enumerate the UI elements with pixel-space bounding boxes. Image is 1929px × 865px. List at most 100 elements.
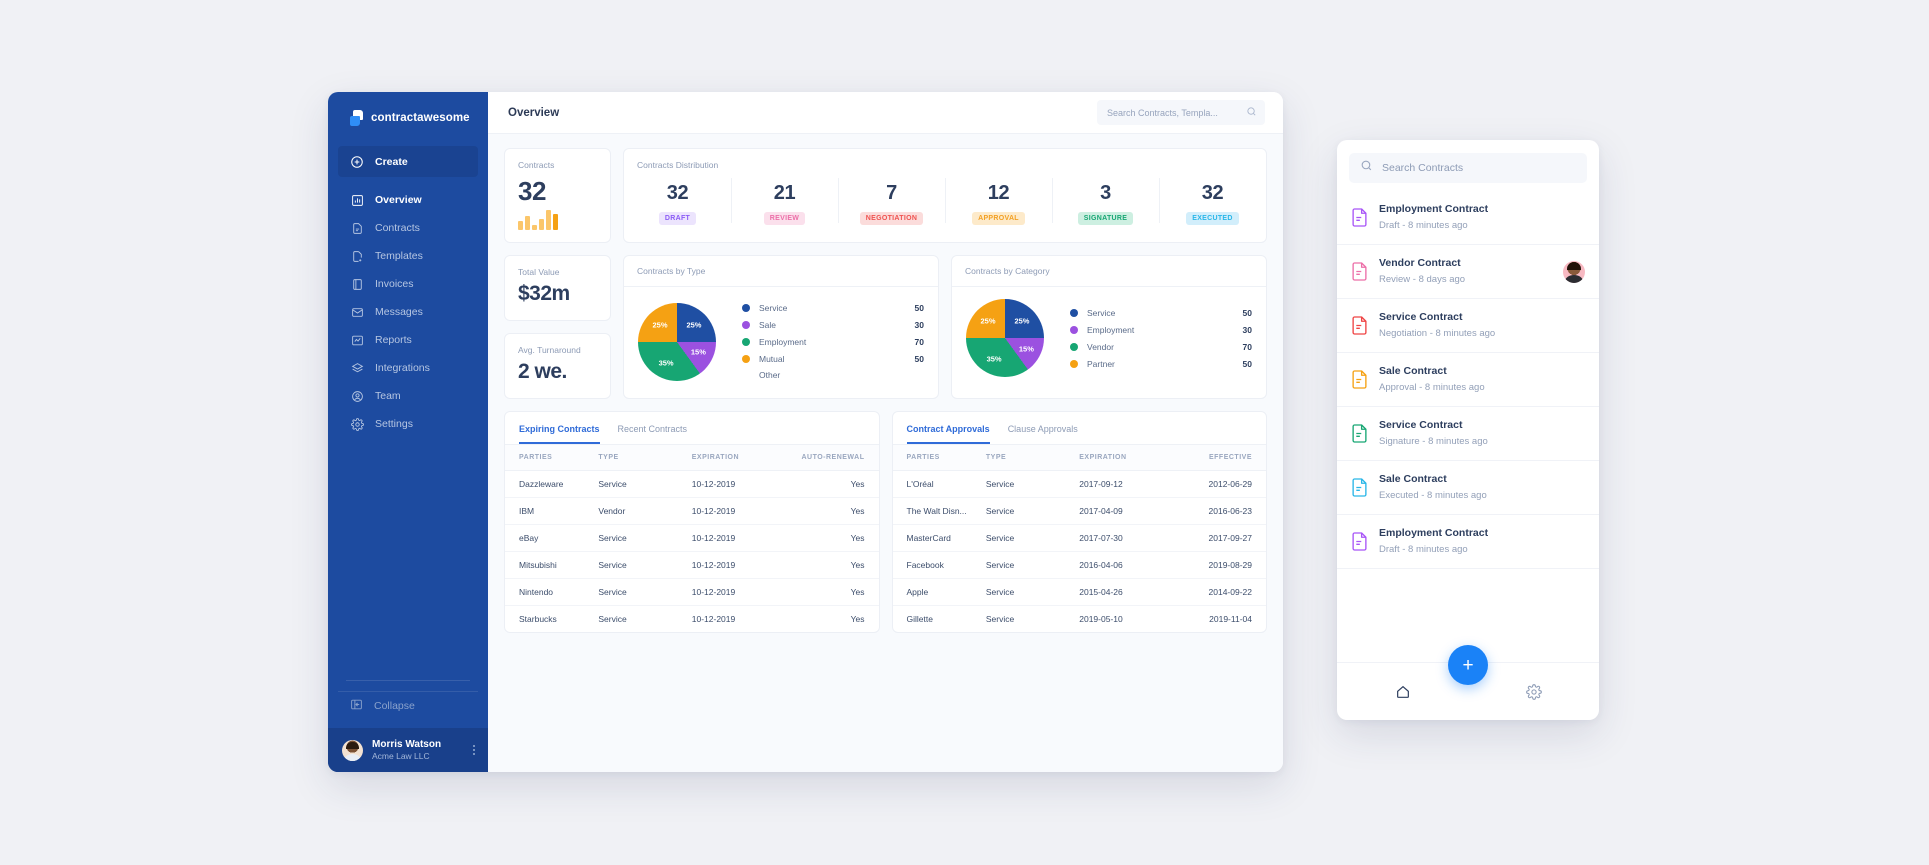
pie-chart-type: 25% 15% 35% 25% Service 50 Sale 30 Employment 70… [624,287,938,398]
sidebar-item-integrations[interactable]: Integrations [338,354,478,382]
table-cell: Starbucks [519,614,557,624]
sidebar-item-contracts[interactable]: Contracts [338,214,478,242]
legend-label: Service [759,302,788,313]
sidebar-item-reports[interactable]: Reports [338,326,478,354]
table-cell: 2017-09-12 [1079,470,1173,498]
nav-settings-button[interactable] [1468,683,1599,700]
table-row[interactable]: eBay Service 10-12-2019 Yes [505,524,879,552]
table-row[interactable]: The Walt Disn... Service 2017-04-09 2016-06… [892,497,1266,525]
global-search[interactable] [1097,100,1265,125]
plus-circle-icon [350,155,364,169]
table-cell: 2019-08-29 [1172,551,1266,579]
sidebar-item-overview[interactable]: Overview [338,186,478,214]
table-cell: Service [985,470,1080,498]
list-item-title: Service Contract [1379,419,1463,431]
user-profile-card[interactable]: Morris Watson Acme Law LLC [328,728,488,772]
nav-home-button[interactable] [1337,684,1468,700]
card-title: Contracts [518,160,555,170]
avg-turnaround-value: 2 we. [518,360,567,383]
sidebar-item-messages[interactable]: Messages [338,298,478,326]
list-item[interactable]: Employment Contract Draft - 8 minutes ago [1337,191,1599,245]
dashboard-content: Contracts 32 Contracts Distribution 32 DR… [488,134,1283,772]
mobile-search-input[interactable] [1382,162,1576,174]
distribution-cell[interactable]: 7 NEGOTIATION [838,176,945,225]
list-item-subtitle: Negotiation - 8 minutes ago [1379,328,1496,339]
table-row[interactable]: Mitsubishi Service 10-12-2019 Yes [505,551,879,579]
list-item[interactable]: Vendor Contract Review - 8 days ago [1337,245,1599,299]
legend-label: Employment [759,336,807,347]
add-contract-fab[interactable]: + [1448,645,1488,685]
list-item[interactable]: Sale Contract Approval - 8 minutes ago [1337,353,1599,407]
distribution-cell[interactable]: 12 APPROVAL [945,176,1052,225]
table-row[interactable]: Nintendo Service 10-12-2019 Yes [505,578,879,606]
legend-label: Partner [1087,358,1115,369]
list-item-subtitle: Draft - 8 minutes ago [1379,220,1468,231]
distribution-cell[interactable]: 32 DRAFT [624,176,731,225]
table-row[interactable]: Starbucks Service 10-12-2019 Yes [505,606,879,633]
table-cell: 2012-06-29 [1172,470,1266,498]
tab[interactable]: Recent Contracts [618,412,688,444]
table-cell: 10-12-2019 [691,524,786,552]
table-row[interactable]: Apple Service 2015-04-26 2014-09-22 [892,578,1266,606]
table-row[interactable]: MasterCard Service 2017-07-30 2017-09-27 [892,524,1266,552]
user-name: Morris Watson [372,738,442,750]
distribution-grid: 32 DRAFT 21 REVIEW 7 NEGOTIATION 12 APPROVAL 3 SI… [624,176,1266,225]
user-meta: Morris Watson Acme Law LLC [372,739,462,762]
main-area: Overview Contracts 32 [488,92,1283,772]
pie-slice-label: 25% [1014,316,1030,326]
table-row[interactable]: Facebook Service 2016-04-06 2019-08-29 [892,551,1266,579]
table-row[interactable]: Dazzleware Service 10-12-2019 Yes [505,470,879,498]
list-item[interactable]: Service Contract Signature - 8 minutes ag… [1337,407,1599,461]
gear-icon [350,417,364,431]
tab[interactable]: Contract Approvals [906,412,990,444]
distribution-cell[interactable]: 32 EXECUTED [1159,176,1266,225]
contracts-table: PARTIES TYPE EXPIRATION AUTO-RENEWAL Dazzlew… [505,445,879,632]
sidebar-item-settings[interactable]: Settings [338,410,478,438]
card-contracts: Contracts 32 [504,148,611,243]
kpi-row: Contracts 32 Contracts Distribution 32 DR… [504,148,1267,243]
sidebar-item-label: Contracts [375,222,420,234]
tab[interactable]: Expiring Contracts [519,412,600,444]
table-row[interactable]: IBM Vendor 10-12-2019 Yes [505,497,879,525]
sidebar-item-create[interactable]: Create [338,146,478,177]
invoice-icon [350,277,364,291]
list-item[interactable]: Service Contract Negotiation - 8 minutes … [1337,299,1599,353]
list-item[interactable]: Employment Contract Draft - 8 minutes ago [1337,515,1599,569]
pie-slice-label: 25% [980,316,996,326]
search-input[interactable] [1107,107,1240,118]
legend-label: Vendor [1087,341,1114,352]
envelope-icon [350,305,364,319]
sidebar-item-team[interactable]: Team [338,382,478,410]
table-row[interactable]: Gillette Service 2019-05-10 2019-11-04 [893,606,1267,633]
table-cell: 2017-09-27 [1172,524,1266,552]
tab[interactable]: Clause Approvals [1008,412,1078,444]
collapse-icon [350,698,363,714]
table-header-row: PARTIES TYPE EXPIRATION EFFECTIVE [892,445,1266,471]
mobile-search[interactable] [1349,153,1587,183]
table-cell: 10-12-2019 [691,497,786,525]
list-item-text: Sale Contract Approval - 8 minutes ago [1379,364,1585,395]
document-icon [350,221,364,235]
user-menu-icon[interactable] [471,743,477,757]
topbar: Overview [488,92,1283,134]
table-cell: Vendor [598,497,692,525]
table-cell: Service [598,578,692,606]
collapse-button[interactable]: Collapse [338,691,478,719]
legend-value: 30 [1242,324,1252,335]
avatar [342,739,363,761]
list-item-text: Employment Contract Draft - 8 minutes ago [1379,526,1585,557]
distribution-count: 32 [666,182,689,204]
list-item-text: Service Contract Negotiation - 8 minutes … [1379,310,1585,341]
legend-value: 50 [1242,358,1252,369]
list-item-title: Employment Contract [1379,203,1489,215]
card-expiring-contracts: Expiring Contracts Recent Contracts PARTI… [504,411,880,633]
distribution-cell[interactable]: 21 REVIEW [731,176,838,225]
table-row[interactable]: L'Oréal Service 2017-09-12 2012-06-29 [892,470,1266,498]
list-item[interactable]: Sale Contract Executed - 8 minutes ago [1337,461,1599,515]
sidebar-item-templates[interactable]: Templates [338,242,478,270]
minibar [553,214,558,230]
distribution-cell[interactable]: 3 SIGNATURE [1052,176,1159,225]
sidebar-item-invoices[interactable]: Invoices [338,270,478,298]
sidebar-item-label: Invoices [375,278,414,290]
